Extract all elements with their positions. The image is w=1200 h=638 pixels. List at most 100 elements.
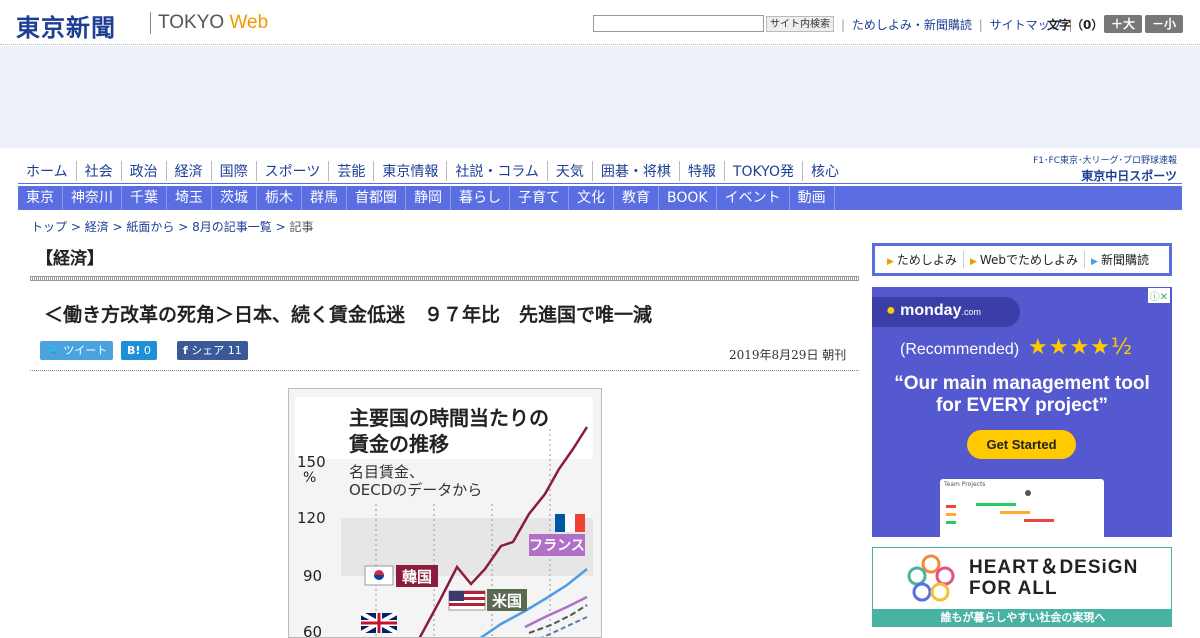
nav-tokyo-hatsu[interactable]: TOKYO発 (723, 161, 802, 181)
logo-web-text: Web (229, 12, 269, 33)
nav-go-shogi[interactable]: 囲碁・将棋 (591, 161, 679, 181)
monday-mark-icon: ● (886, 302, 896, 319)
timeline-marker (1025, 490, 1031, 496)
font-bigger-button[interactable]: ＋大 (1104, 15, 1142, 33)
get-started-button[interactable]: Get Started (967, 430, 1076, 459)
hatena-button[interactable]: B! 0 (121, 341, 157, 360)
search-button[interactable]: サイト内検索 (766, 16, 834, 32)
arrow-right-icon: ▶ (1091, 257, 1098, 267)
subnav-item[interactable]: 文化 (569, 186, 614, 210)
subnav-item[interactable]: 動画 (790, 186, 835, 210)
heart-title-line: FOR ALL (969, 578, 1058, 599)
tab-tameshiyomi[interactable]: ▶ ためしよみ (881, 251, 963, 268)
korea-flag-icon (364, 565, 394, 586)
tab-subscribe[interactable]: ▶ 新聞購読 (1084, 251, 1155, 268)
nav-tokuho[interactable]: 特報 (678, 161, 724, 181)
publish-date: 2019年8月29日 朝刊 (729, 348, 847, 362)
subnav-item[interactable]: BOOK (659, 186, 717, 210)
figure-subtitle-line: OECDのデータから (349, 481, 483, 499)
france-label: フランス (529, 538, 585, 554)
heart-design-tagline: 誰もが暮らしやすい社会の実現へ (873, 609, 1171, 626)
nav-tokyo-info[interactable]: 東京情報 (373, 161, 446, 181)
share-label: シェア (191, 344, 225, 357)
nav-entertainment[interactable]: 芸能 (328, 161, 373, 181)
subnav-item[interactable]: 暮らし (451, 186, 510, 210)
breadcrumb-august-list[interactable]: 8月の記事一覧 (192, 220, 272, 234)
breadcrumb-economy[interactable]: 経済 (85, 220, 109, 234)
subnav-item[interactable]: 栃木 (257, 186, 302, 210)
subscribe-link[interactable]: ためしよみ・新聞購読 (852, 18, 972, 32)
gantt-bar (946, 505, 956, 508)
tokyo-web-logo[interactable]: TOKYO Web (158, 12, 268, 34)
nav-divider (18, 183, 1182, 184)
subnav-item[interactable]: イベント (717, 186, 790, 210)
font-smaller-button[interactable]: －小 (1145, 15, 1183, 33)
subnav-item[interactable]: 茨城 (212, 186, 257, 210)
logo-divider (150, 12, 151, 34)
subnav-item[interactable]: 神奈川 (63, 186, 122, 210)
article-figure[interactable]: 150 % 120 90 60 韓国 米国 フランス 主要国の時間当たりの 賃金… (288, 388, 602, 638)
nav-sports[interactable]: スポーツ (255, 161, 329, 181)
nav-home[interactable]: ホーム (18, 161, 76, 181)
twitter-bird-icon: 🐦 (46, 344, 60, 357)
article-rule (30, 370, 859, 371)
nav-society[interactable]: 社会 (75, 161, 121, 181)
subnav-item[interactable]: 首都圏 (347, 186, 406, 210)
nav-kakushin[interactable]: 核心 (801, 161, 847, 181)
chunichi-logo-text: 東京中日スポーツ (1081, 169, 1177, 183)
facebook-icon: f (183, 344, 188, 357)
site-logo[interactable]: 東京新聞 (16, 8, 116, 43)
chunichi-sports-link[interactable]: F1･FC東京･大リーグ･プロ野球速報 東京中日スポーツ (1027, 153, 1177, 184)
nav-weather[interactable]: 天気 (546, 161, 592, 181)
uk-flag-icon (360, 611, 398, 635)
tweet-button[interactable]: 🐦 ツイート (40, 341, 114, 360)
nav-politics[interactable]: 政治 (120, 161, 166, 181)
subnav-item[interactable]: 東京 (18, 186, 63, 210)
top-ad-banner[interactable] (0, 46, 1200, 148)
article-title: ＜働き方改革の死角＞日本、続く賃金低迷 ９７年比 先進国で唯一減 (44, 304, 653, 326)
heart-design-ad[interactable]: HEART＆DESiGN FOR ALL 誰もが暮らしやすい社会の実現へ (872, 547, 1172, 627)
regional-nav: 東京 神奈川 千葉 埼玉 茨城 栃木 群馬 首都圏 静岡 暮らし 子育て 文化 … (18, 186, 1182, 210)
usa-flag-icon (448, 590, 486, 611)
gantt-bar (946, 521, 956, 524)
ad-headline-line: “Our main management tool (894, 373, 1150, 394)
nav-international[interactable]: 国際 (210, 161, 256, 181)
nav-economy[interactable]: 経済 (165, 161, 211, 181)
divider: | (841, 18, 846, 32)
nav-editorial[interactable]: 社説・コラム (446, 161, 547, 181)
tab-label: 新聞購読 (1100, 253, 1149, 267)
breadcrumb-top[interactable]: トップ (31, 220, 67, 234)
y-tick-label: 120 (297, 509, 326, 527)
search-input[interactable] (593, 15, 764, 32)
subnav-item[interactable]: 群馬 (302, 186, 347, 210)
gantt-bar (976, 503, 1016, 506)
france-flag-icon (555, 514, 585, 532)
ad-product-screenshot: Team Projects (940, 479, 1104, 537)
arrow-right-icon: ▶ (887, 257, 894, 267)
figure-title-line: 主要国の時間当たりの (349, 406, 549, 430)
subnav-item[interactable]: 静岡 (406, 186, 451, 210)
subnav-item[interactable]: 教育 (614, 186, 659, 210)
tab-web-tameshiyomi[interactable]: ▶ Webでためしよみ (962, 251, 1084, 268)
section-title: 【経済】 (36, 249, 104, 269)
monday-ad[interactable]: ⓘ✕ ● monday.com (Recommended) ★★★★½ “Our… (872, 287, 1172, 537)
figure-title: 主要国の時間当たりの 賃金の推移 (349, 405, 549, 457)
subnav-item[interactable]: 千葉 (122, 186, 167, 210)
breadcrumb-paper[interactable]: 紙面から (126, 220, 174, 234)
hatena-count: 0 (143, 344, 151, 357)
subnav-item[interactable]: 子育て (510, 186, 569, 210)
y-tick-label: 60 (303, 623, 322, 638)
arrow-right-icon: ▶ (969, 257, 977, 267)
monday-logo: ● monday.com (886, 302, 981, 320)
subscription-tabs: ▶ ためしよみ ▶ Webでためしよみ ▶ 新聞購読 (872, 243, 1172, 276)
gantt-bar (1024, 519, 1054, 522)
rating-stars-icon: ★★★★½ (1028, 335, 1134, 360)
logo-tokyo-text: TOKYO (158, 12, 225, 33)
y-unit: % (303, 470, 316, 486)
facebook-share-button[interactable]: f シェア 11 (177, 341, 248, 360)
subnav-item[interactable]: 埼玉 (167, 186, 212, 210)
ad-headline-line: for EVERY project” (935, 395, 1109, 416)
heart-design-emblem-icon (907, 554, 955, 602)
tab-label: ためしよみ (896, 253, 957, 267)
ad-info-close-icon[interactable]: ⓘ✕ (1147, 288, 1170, 303)
